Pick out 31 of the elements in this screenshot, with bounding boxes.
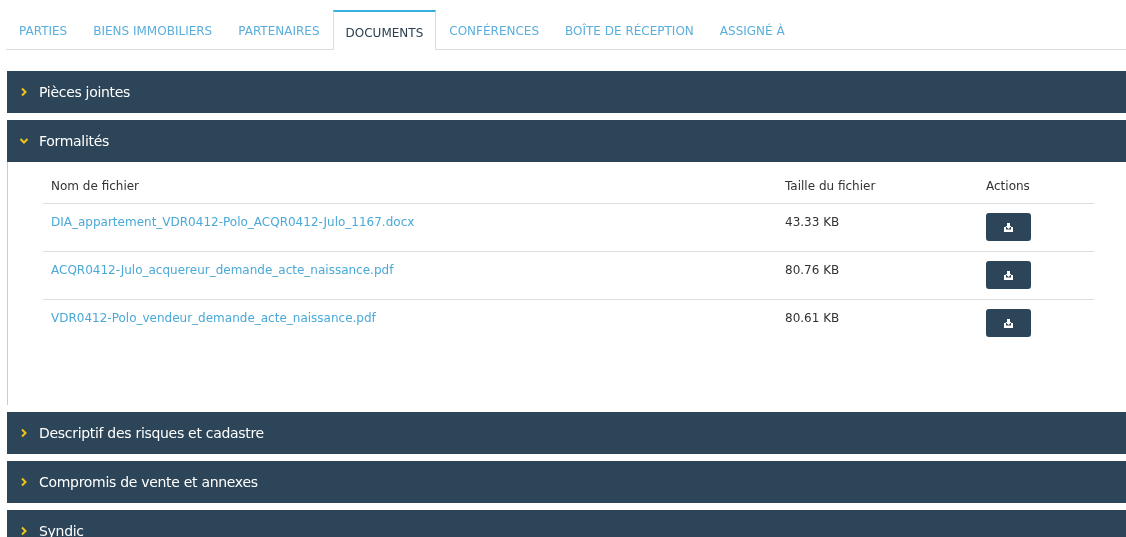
tab[interactable]: PARTIES [6, 10, 81, 50]
download-icon [1003, 317, 1014, 329]
section-header[interactable]: Pièces jointes [7, 71, 1126, 113]
file-link[interactable]: VDR0412-Polo_vendeur_demande_acte_naissance.pdf [51, 311, 376, 325]
download-button[interactable] [986, 213, 1031, 241]
chevron-down-icon [19, 136, 29, 146]
file-size: 80.76 KB [777, 251, 978, 300]
section-header[interactable]: Formalités [7, 120, 1126, 162]
chevron-right-icon [19, 428, 29, 438]
chevron-right-icon [19, 526, 29, 536]
column-header: Actions [978, 172, 1094, 204]
download-button[interactable] [986, 261, 1031, 289]
section-header[interactable]: Descriptif des risques et cadastre [7, 412, 1126, 454]
file-size: 80.61 KB [777, 299, 978, 347]
column-header: Nom de fichier [43, 172, 777, 204]
column-header: Taille du fichier [777, 172, 978, 204]
tab[interactable]: PARTENAIRES [225, 10, 333, 50]
tab[interactable]: ASSIGNÉ À [706, 10, 798, 50]
download-button[interactable] [986, 309, 1031, 337]
chevron-right-icon [19, 87, 29, 97]
tab[interactable]: BOÎTE DE RÉCEPTION [552, 10, 707, 50]
tab[interactable]: BIENS IMMOBILIERS [80, 10, 226, 50]
file-size: 43.33 KB [777, 203, 978, 252]
download-icon [1003, 269, 1014, 281]
file-link[interactable]: ACQR0412-Julo_acquereur_demande_acte_naissance.pdf [51, 263, 394, 277]
download-icon [1003, 221, 1014, 233]
tab[interactable]: CONFÉRENCES [436, 10, 553, 50]
file-link[interactable]: DIA_appartement_VDR0412-Polo_ACQR0412-Julo_1167.docx [51, 215, 415, 229]
chevron-right-icon [19, 477, 29, 487]
tab[interactable]: DOCUMENTS [332, 10, 437, 50]
section-header[interactable]: Compromis de vente et annexes [7, 461, 1126, 503]
